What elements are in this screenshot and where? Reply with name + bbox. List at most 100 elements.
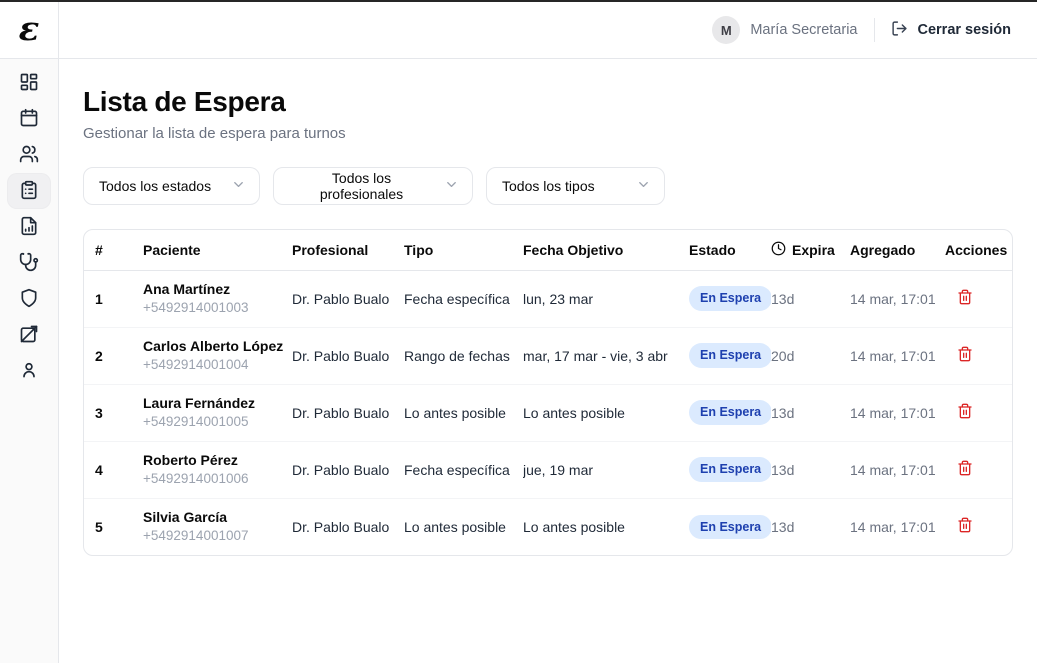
sidebar-item-calendar[interactable] — [7, 101, 51, 137]
sidebar-item-dashboard[interactable] — [7, 65, 51, 101]
patient-cell: Silvia García +5492914001007 — [143, 498, 292, 555]
trash-icon — [957, 403, 973, 422]
added-cell: 14 mar, 17:01 — [850, 441, 945, 498]
col-status: Estado — [689, 230, 771, 270]
added-cell: 14 mar, 17:01 — [850, 384, 945, 441]
delete-button[interactable] — [955, 344, 975, 367]
status-badge: En Espera — [689, 457, 771, 481]
trash-icon — [957, 460, 973, 479]
patient-phone: +5492914001005 — [143, 414, 292, 430]
shield-icon — [19, 288, 39, 311]
patient-name: Carlos Alberto López — [143, 338, 292, 356]
status-cell: En Espera — [689, 384, 771, 441]
filter-type-value: Todos los tipos — [502, 178, 595, 194]
patient-name: Ana Martínez — [143, 281, 292, 299]
expires-cell: 20d — [771, 327, 850, 384]
type-cell: Lo antes posible — [404, 384, 523, 441]
target-date-cell: Lo antes posible — [523, 498, 689, 555]
sidebar-item-waitlist[interactable] — [7, 173, 51, 209]
status-cell: En Espera — [689, 327, 771, 384]
dashboard-icon — [19, 72, 39, 95]
status-badge: En Espera — [689, 515, 771, 539]
professional-cell: Dr. Pablo Bualo — [292, 498, 404, 555]
topbar-divider — [874, 18, 875, 42]
row-number: 3 — [84, 384, 143, 441]
waitlist-table-card: # Paciente Profesional Tipo Fecha Objeti… — [83, 229, 1013, 556]
calendar-icon — [19, 108, 39, 131]
logo-cell: ε — [0, 2, 59, 59]
chevron-down-icon — [636, 177, 651, 195]
row-number: 2 — [84, 327, 143, 384]
type-cell: Lo antes posible — [404, 498, 523, 555]
delete-button[interactable] — [955, 287, 975, 310]
target-date-cell: lun, 23 mar — [523, 270, 689, 327]
logout-button[interactable]: Cerrar sesión — [891, 20, 1012, 41]
profile-icon — [19, 360, 39, 383]
delete-button[interactable] — [955, 401, 975, 424]
table-row: 2 Carlos Alberto López +5492914001004 Dr… — [84, 327, 1013, 384]
page-title: Lista de Espera — [83, 86, 1013, 118]
status-badge: En Espera — [689, 400, 771, 424]
sidebar-item-reports[interactable] — [7, 209, 51, 245]
sidebar-item-patients[interactable] — [7, 137, 51, 173]
target-date-cell: mar, 17 mar - vie, 3 abr — [523, 327, 689, 384]
chevron-down-icon — [444, 177, 459, 195]
patient-cell: Roberto Pérez +5492914001006 — [143, 441, 292, 498]
col-expires: Expira — [771, 230, 850, 270]
professional-cell: Dr. Pablo Bualo — [292, 384, 404, 441]
delete-button[interactable] — [955, 515, 975, 538]
table-row: 5 Silvia García +5492914001007 Dr. Pablo… — [84, 498, 1013, 555]
professional-cell: Dr. Pablo Bualo — [292, 270, 404, 327]
added-cell: 14 mar, 17:01 — [850, 327, 945, 384]
type-cell: Fecha específica — [404, 270, 523, 327]
actions-cell — [945, 498, 1013, 555]
patient-phone: +5492914001006 — [143, 471, 292, 487]
sidebar-item-security[interactable] — [7, 281, 51, 317]
status-badge: En Espera — [689, 286, 771, 310]
actions-cell — [945, 327, 1013, 384]
table-header-row: # Paciente Profesional Tipo Fecha Objeti… — [84, 230, 1013, 270]
filter-professional-value: Todos los profesionales — [289, 170, 434, 202]
filter-type-select[interactable]: Todos los tipos — [486, 167, 665, 205]
type-cell: Fecha específica — [404, 441, 523, 498]
col-added: Agregado — [850, 230, 945, 270]
status-cell: En Espera — [689, 270, 771, 327]
actions-cell — [945, 270, 1013, 327]
status-cell: En Espera — [689, 498, 771, 555]
col-num: # — [84, 230, 143, 270]
logout-label: Cerrar sesión — [918, 22, 1012, 38]
app-logo[interactable]: ε — [19, 12, 40, 46]
sidebar-item-profile[interactable] — [7, 353, 51, 389]
main-content: Lista de Espera Gestionar la lista de es… — [59, 59, 1037, 663]
target-date-cell: Lo antes posible — [523, 384, 689, 441]
type-cell: Rango de fechas — [404, 327, 523, 384]
patient-name: Laura Fernández — [143, 395, 292, 413]
clock-icon — [771, 241, 786, 259]
app-shell: ε M María Secretaria Cerrar sesión — [0, 2, 1037, 663]
filter-status-value: Todos los estados — [99, 178, 211, 194]
trash-icon — [957, 346, 973, 365]
waitlist-clipboard-icon — [19, 180, 39, 203]
chevron-down-icon — [231, 177, 246, 195]
patient-phone: +5492914001004 — [143, 357, 292, 373]
filters-bar: Todos los estados Todos los profesionale… — [83, 167, 1013, 205]
filter-status-select[interactable]: Todos los estados — [83, 167, 260, 205]
col-target-date: Fecha Objetivo — [523, 230, 689, 270]
trash-icon — [957, 517, 973, 536]
sidebar-item-no-show[interactable] — [7, 317, 51, 353]
row-number: 4 — [84, 441, 143, 498]
patient-phone: +5492914001007 — [143, 528, 292, 544]
table-row: 3 Laura Fernández +5492914001005 Dr. Pab… — [84, 384, 1013, 441]
user-name: María Secretaria — [750, 22, 857, 38]
patient-cell: Laura Fernández +5492914001005 — [143, 384, 292, 441]
filter-professional-select[interactable]: Todos los profesionales — [273, 167, 473, 205]
delete-button[interactable] — [955, 458, 975, 481]
professional-cell: Dr. Pablo Bualo — [292, 327, 404, 384]
sidebar-item-professionals[interactable] — [7, 245, 51, 281]
patient-cell: Carlos Alberto López +5492914001004 — [143, 327, 292, 384]
added-cell: 14 mar, 17:01 — [850, 498, 945, 555]
no-show-icon — [19, 324, 39, 347]
status-cell: En Espera — [689, 441, 771, 498]
col-professional: Profesional — [292, 230, 404, 270]
sidebar — [0, 59, 59, 663]
